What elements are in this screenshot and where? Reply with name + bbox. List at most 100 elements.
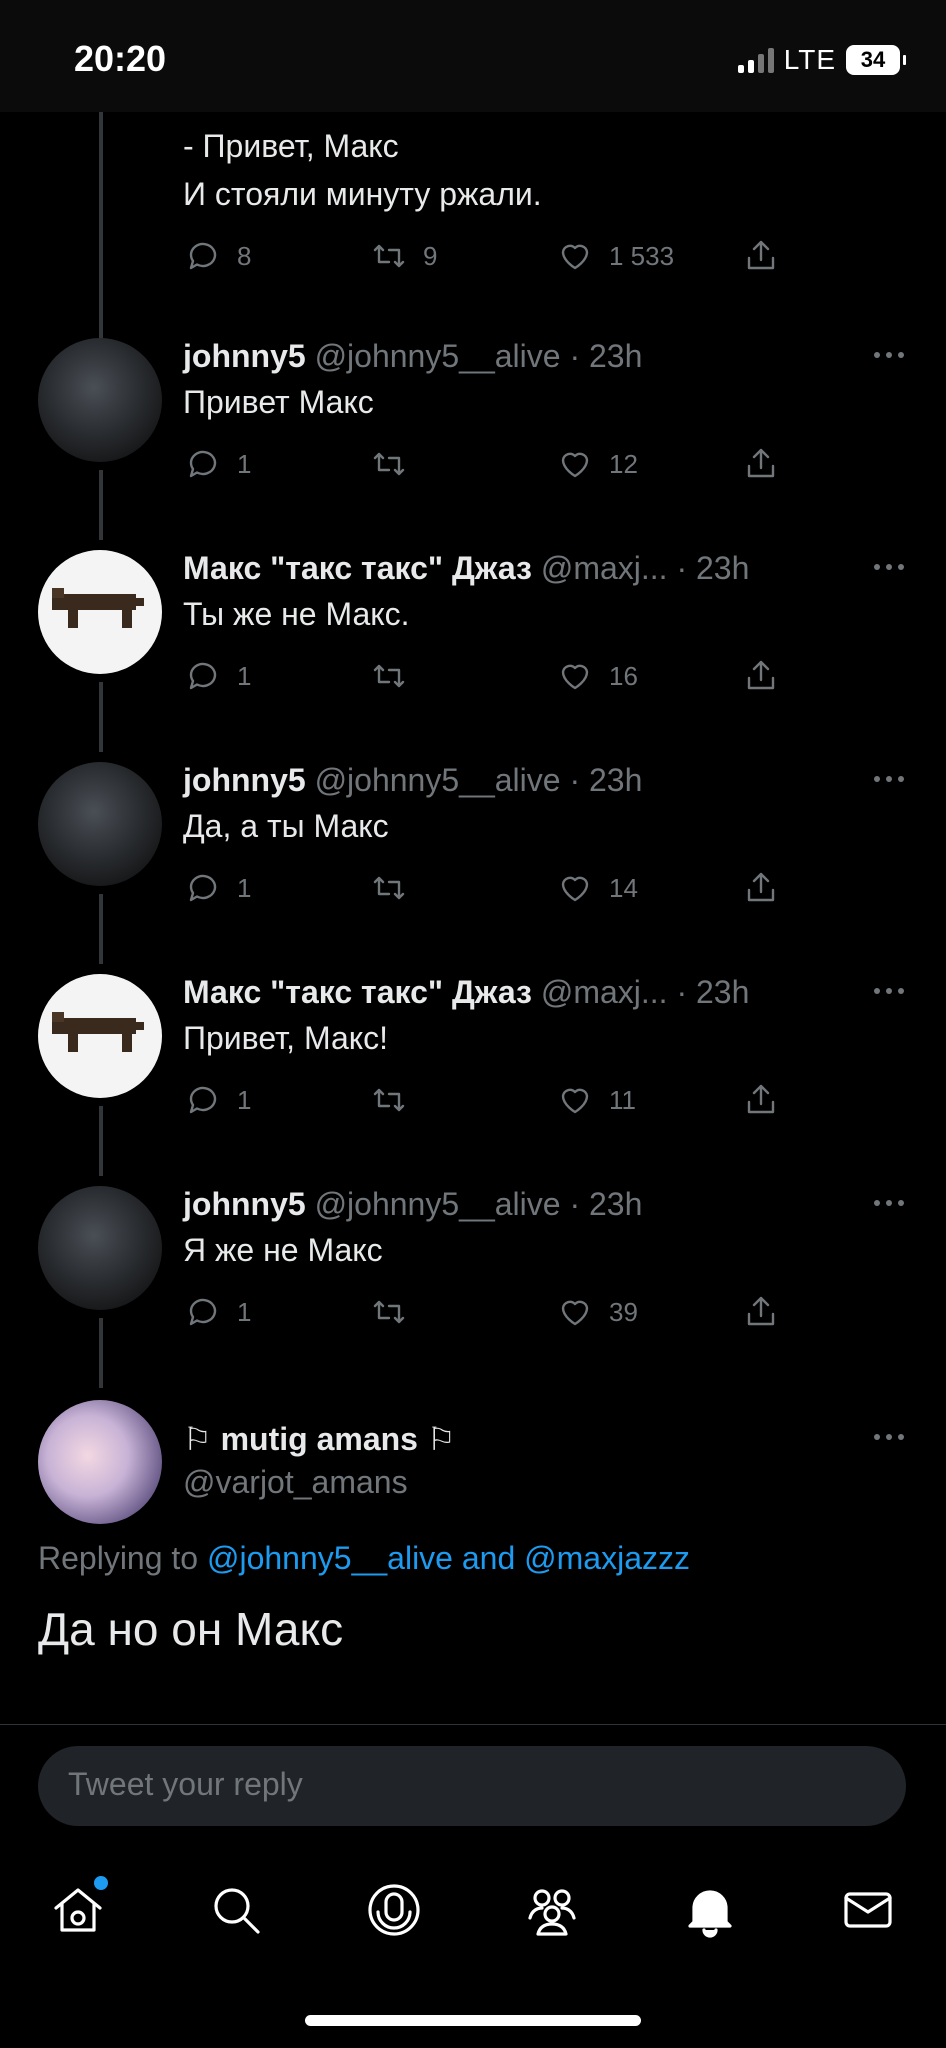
tweet-actions: 1 12 bbox=[183, 444, 783, 484]
more-options-icon[interactable] bbox=[874, 352, 904, 358]
tweet-text-line: - Привет, Макс bbox=[183, 128, 399, 164]
like-button[interactable]: 39 bbox=[555, 1292, 638, 1332]
share-icon bbox=[747, 872, 775, 902]
retweet-button[interactable] bbox=[369, 1080, 409, 1120]
avatar[interactable] bbox=[38, 338, 162, 462]
tweet-meta: @johnny5__alive · 23h bbox=[314, 762, 643, 798]
avatar[interactable] bbox=[38, 550, 162, 674]
network-label: LTE bbox=[783, 44, 836, 75]
share-button[interactable] bbox=[741, 1080, 781, 1120]
heart-icon bbox=[561, 452, 589, 478]
reply-count: 1 bbox=[237, 1084, 252, 1115]
tweet-author-name[interactable]: Макс "такс такс" Джаз bbox=[183, 974, 532, 1010]
reply-button[interactable]: 1 bbox=[183, 868, 251, 908]
home-indicator[interactable] bbox=[305, 2015, 641, 2026]
retweet-button[interactable] bbox=[369, 656, 409, 696]
reply-icon bbox=[189, 1086, 217, 1114]
tab-communities[interactable] bbox=[522, 1880, 582, 1940]
dachshund-pixel-icon bbox=[52, 588, 144, 628]
share-button[interactable] bbox=[741, 656, 781, 696]
like-button[interactable]: 1 533 bbox=[555, 236, 674, 276]
status-indicators: LTE 34 bbox=[737, 44, 906, 76]
avatar[interactable] bbox=[38, 974, 162, 1098]
like-count: 14 bbox=[609, 872, 638, 903]
like-button[interactable]: 11 bbox=[555, 1080, 636, 1120]
tab-search[interactable] bbox=[206, 1880, 266, 1940]
reply-button[interactable]: 1 bbox=[183, 1080, 251, 1120]
thread-line bbox=[99, 470, 103, 540]
share-button[interactable] bbox=[741, 236, 781, 276]
tweet-meta: @maxj... · 23h bbox=[540, 974, 750, 1010]
tweet-author-handle[interactable]: @varjot_amans bbox=[183, 1464, 408, 1501]
replying-label: Replying to bbox=[38, 1540, 199, 1576]
tweet-author-name[interactable]: mutig amans bbox=[221, 1421, 418, 1457]
like-count: 39 bbox=[609, 1296, 638, 1327]
avatar[interactable] bbox=[38, 1186, 162, 1310]
avatar[interactable] bbox=[38, 1400, 162, 1524]
communities-icon bbox=[528, 1889, 576, 1936]
tweet-author-name[interactable]: johnny5 bbox=[183, 1186, 306, 1222]
share-button[interactable] bbox=[741, 868, 781, 908]
more-options-icon[interactable] bbox=[874, 988, 904, 994]
tab-notifications[interactable] bbox=[680, 1880, 740, 1940]
reply-placeholder: Tweet your reply bbox=[68, 1766, 303, 1802]
retweet-button[interactable] bbox=[369, 868, 409, 908]
like-button[interactable]: 16 bbox=[555, 656, 638, 696]
tab-home[interactable] bbox=[48, 1876, 108, 1940]
thread-line bbox=[99, 894, 103, 964]
reply-button[interactable]: 1 bbox=[183, 1292, 251, 1332]
reply-icon bbox=[189, 242, 217, 270]
more-options-icon[interactable] bbox=[874, 776, 904, 782]
retweet-button[interactable] bbox=[369, 444, 409, 484]
mention-link[interactable]: @maxjazzz bbox=[524, 1540, 690, 1576]
tweet-actions: 1 11 bbox=[183, 1080, 783, 1120]
like-button[interactable]: 12 bbox=[555, 444, 638, 484]
more-options-icon[interactable] bbox=[874, 564, 904, 570]
like-count: 11 bbox=[609, 1084, 636, 1115]
signal-icon bbox=[737, 47, 774, 73]
tab-spaces[interactable] bbox=[364, 1880, 424, 1940]
mention-link[interactable]: @johnny5__alive bbox=[207, 1540, 453, 1576]
tweet-header: Макс "такс такс" Джаз @maxj... · 23h bbox=[183, 974, 749, 1011]
share-button[interactable] bbox=[741, 1292, 781, 1332]
retweet-icon bbox=[373, 1300, 405, 1324]
tweet-actions: 1 14 bbox=[183, 868, 783, 908]
share-button[interactable] bbox=[741, 444, 781, 484]
tab-messages[interactable] bbox=[838, 1880, 898, 1940]
reply-button[interactable]: 1 bbox=[183, 444, 251, 484]
retweet-button[interactable] bbox=[369, 1292, 409, 1332]
retweet-count: 9 bbox=[423, 240, 438, 271]
tweet-author-name[interactable]: Макс "такс такс" Джаз bbox=[183, 550, 532, 586]
reply-button[interactable]: 8 bbox=[183, 236, 251, 276]
heart-icon bbox=[561, 244, 589, 270]
tweet-header: Макс "такс такс" Джаз @maxj... · 23h bbox=[183, 550, 749, 587]
like-count: 12 bbox=[609, 448, 638, 479]
tweet-text: Да, а ты Макс bbox=[183, 808, 389, 844]
tweet-header: johnny5 @johnny5__alive · 23h bbox=[183, 762, 642, 799]
tab-bar bbox=[0, 1840, 946, 1970]
tweet-author-name[interactable]: johnny5 bbox=[183, 338, 306, 374]
tweet-text: Я же не Макс bbox=[183, 1232, 383, 1268]
flag-icon: ⚐ bbox=[426, 1421, 456, 1457]
tweet-header: ⚐ mutig amans ⚐ bbox=[183, 1420, 456, 1458]
reply-count: 1 bbox=[237, 1296, 252, 1327]
more-options-icon[interactable] bbox=[874, 1200, 904, 1206]
retweet-button[interactable]: 9 bbox=[369, 236, 437, 276]
tweet-header: johnny5 @johnny5__alive · 23h bbox=[183, 1186, 642, 1223]
unread-dot bbox=[94, 1876, 108, 1890]
heart-icon bbox=[561, 876, 589, 902]
tweet-header: johnny5 @johnny5__alive · 23h bbox=[183, 338, 642, 375]
avatar[interactable] bbox=[38, 762, 162, 886]
mention-and[interactable]: and bbox=[462, 1540, 515, 1576]
reply-input[interactable]: Tweet your reply bbox=[38, 1746, 906, 1826]
thread-line bbox=[99, 682, 103, 752]
heart-icon bbox=[561, 664, 589, 690]
tweet-author-name[interactable]: johnny5 bbox=[183, 762, 306, 798]
reply-button[interactable]: 1 bbox=[183, 656, 251, 696]
heart-icon bbox=[561, 1088, 589, 1114]
like-button[interactable]: 14 bbox=[555, 868, 638, 908]
thread-line bbox=[99, 1106, 103, 1176]
like-count: 1 533 bbox=[609, 240, 675, 271]
tweet-actions: 1 16 bbox=[183, 656, 783, 696]
more-options-icon[interactable] bbox=[874, 1434, 904, 1440]
